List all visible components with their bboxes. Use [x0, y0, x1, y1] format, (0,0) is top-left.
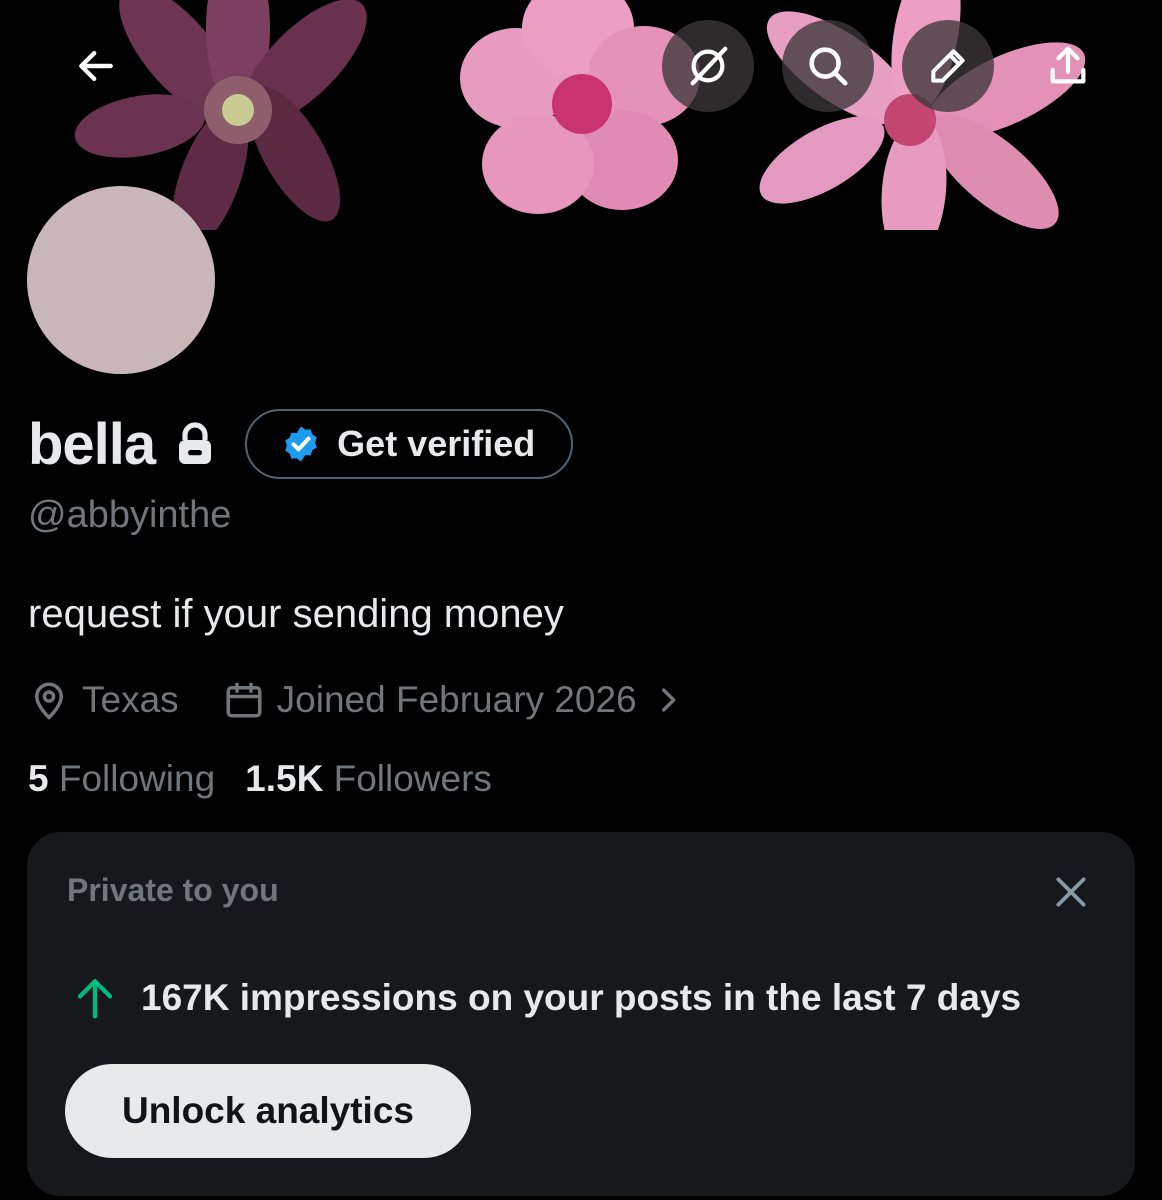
back-button[interactable] [50, 20, 142, 112]
grok-icon [690, 46, 728, 86]
profile-meta-row: Texas Joined February 2026 [28, 672, 697, 728]
lock-icon [175, 422, 215, 466]
joined-text: Joined February 2026 [276, 679, 637, 720]
following-label: Following [58, 758, 216, 799]
location-pin-icon [34, 682, 64, 720]
search-icon [809, 47, 848, 86]
follow-stats: 5 Following 1.5K Followers [28, 758, 492, 800]
edit-button[interactable] [902, 20, 994, 112]
location-text: Texas [82, 679, 179, 720]
impressions-row: 167K impressions on your posts in the la… [75, 976, 1021, 1020]
display-name: bella [28, 411, 156, 477]
grok-button[interactable] [662, 20, 754, 112]
get-verified-label: Get verified [337, 423, 536, 464]
username-handle: @abbyinthe [28, 494, 232, 536]
search-button[interactable] [782, 20, 874, 112]
followers-count: 1.5K [245, 758, 324, 799]
location-item: Texas [28, 679, 179, 721]
impressions-text: 167K impressions on your posts in the la… [141, 977, 1022, 1018]
calendar-icon [226, 682, 262, 718]
profile-banner [0, 0, 1162, 230]
profile-name-row: bella Get verified [28, 404, 574, 484]
joined-date-item[interactable]: Joined February 2026 [223, 679, 697, 721]
get-verified-button[interactable]: Get verified [245, 409, 574, 479]
close-icon [1056, 877, 1086, 907]
following-stat[interactable]: 5 Following [28, 758, 215, 800]
trend-up-arrow-icon [77, 979, 113, 1019]
verified-badge-icon [281, 424, 321, 464]
close-card-button[interactable] [1049, 870, 1093, 914]
private-analytics-card: Private to you 167K impressions on your … [27, 832, 1135, 1196]
avatar[interactable] [27, 186, 215, 374]
share-icon [1050, 46, 1086, 84]
followers-stat[interactable]: 1.5K Followers [245, 758, 492, 800]
chevron-right-icon [661, 688, 675, 712]
followers-label: Followers [333, 758, 492, 799]
unlock-analytics-button[interactable]: Unlock analytics [65, 1064, 471, 1158]
following-count: 5 [28, 758, 49, 799]
share-button[interactable] [1022, 20, 1114, 112]
private-card-title: Private to you [67, 872, 279, 908]
back-arrow-icon [79, 50, 113, 82]
profile-bio: request if your sending money [28, 592, 564, 636]
edit-pencil-icon [931, 49, 965, 83]
flower-banner-image [74, 0, 1086, 230]
